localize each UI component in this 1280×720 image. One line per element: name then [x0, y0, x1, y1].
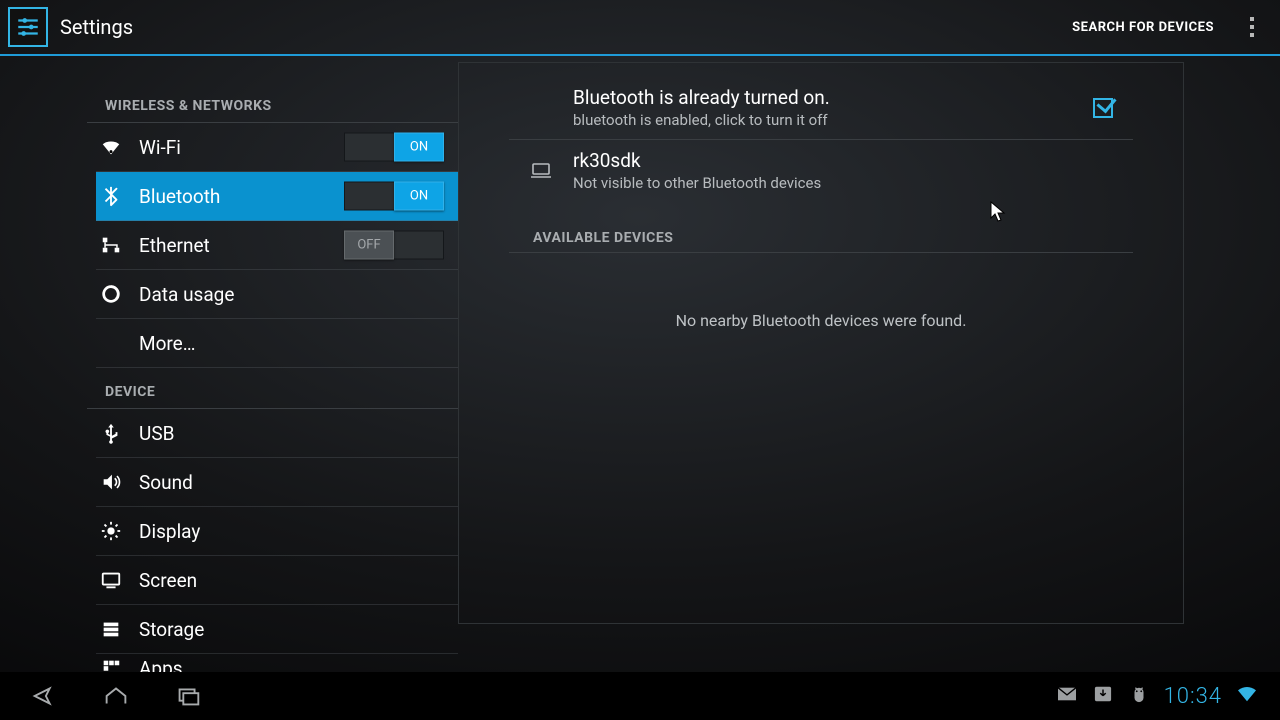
android-debug-icon[interactable]	[1128, 685, 1150, 707]
ethernet-icon	[96, 234, 139, 256]
bluetooth-icon	[96, 185, 139, 207]
sidebar-item-more[interactable]: More…	[96, 319, 458, 368]
sidebar-item-label: More…	[139, 332, 195, 355]
status-tray[interactable]: 10:34	[1056, 684, 1272, 709]
sidebar-item-label: Ethernet	[139, 234, 210, 257]
bluetooth-toggle[interactable]: ON	[344, 182, 444, 211]
sidebar-item-label: Apps	[139, 657, 183, 673]
apps-icon	[96, 657, 139, 672]
usb-icon	[96, 422, 139, 444]
sidebar-item-screen[interactable]: Screen	[96, 556, 458, 605]
content-area: WIRELESS & NETWORKS Wi-Fi ON Bluetooth O…	[0, 56, 1280, 672]
bluetooth-enabled-checkbox[interactable]	[1093, 98, 1113, 118]
ethernet-toggle[interactable]: OFF	[344, 231, 444, 260]
system-navigation-bar: 10:34	[0, 672, 1280, 720]
screen-icon	[96, 569, 139, 591]
wifi-icon	[96, 136, 139, 158]
bluetooth-power-preference[interactable]: Bluetooth is already turned on. bluetoot…	[509, 77, 1133, 140]
device-visibility: Not visible to other Bluetooth devices	[573, 174, 1073, 192]
sidebar-item-usb[interactable]: USB	[96, 409, 458, 458]
device-name-preference[interactable]: rk30sdk Not visible to other Bluetooth d…	[509, 140, 1133, 202]
sidebar-item-storage[interactable]: Storage	[96, 605, 458, 654]
sidebar-item-display[interactable]: Display	[96, 507, 458, 556]
sidebar-item-label: Display	[139, 520, 200, 543]
storage-icon	[96, 618, 139, 640]
sidebar-item-data-usage[interactable]: Data usage	[96, 270, 458, 319]
sidebar-item-wifi[interactable]: Wi-Fi ON	[96, 123, 458, 172]
available-devices-header: AVAILABLE DEVICES	[509, 202, 1133, 253]
sidebar-item-label: Sound	[139, 471, 193, 494]
wifi-toggle[interactable]: ON	[344, 133, 444, 162]
home-button[interactable]	[80, 672, 152, 720]
settings-sidebar: WIRELESS & NETWORKS Wi-Fi ON Bluetooth O…	[0, 56, 458, 672]
settings-app-icon	[8, 7, 48, 47]
sound-icon	[96, 471, 139, 493]
sidebar-item-label: USB	[139, 422, 174, 445]
page-title: Settings	[60, 15, 133, 39]
sidebar-item-ethernet[interactable]: Ethernet OFF	[96, 221, 458, 270]
pref-subtitle: bluetooth is enabled, click to turn it o…	[573, 111, 1073, 129]
display-icon	[96, 520, 139, 542]
back-button[interactable]	[8, 672, 80, 720]
section-header-device: DEVICE	[105, 368, 458, 408]
sidebar-item-label: Screen	[139, 569, 197, 592]
device-name: rk30sdk	[573, 149, 1073, 172]
sidebar-item-sound[interactable]: Sound	[96, 458, 458, 507]
section-header-wireless: WIRELESS & NETWORKS	[105, 82, 458, 122]
pref-title: Bluetooth is already turned on.	[573, 86, 1073, 109]
wifi-status-icon	[1236, 685, 1258, 707]
action-bar: Settings SEARCH FOR DEVICES	[0, 0, 1280, 56]
clock: 10:34	[1164, 684, 1222, 709]
data-usage-icon	[96, 283, 139, 305]
laptop-icon	[509, 159, 573, 183]
no-devices-message: No nearby Bluetooth devices were found.	[509, 253, 1133, 330]
download-notification-icon[interactable]	[1092, 685, 1114, 707]
recents-button[interactable]	[152, 672, 224, 720]
overflow-menu-button[interactable]	[1232, 0, 1272, 55]
sidebar-item-label: Data usage	[139, 283, 234, 306]
mail-notification-icon[interactable]	[1056, 685, 1078, 707]
search-for-devices-button[interactable]: SEARCH FOR DEVICES	[1054, 0, 1232, 55]
sidebar-item-label: Bluetooth	[139, 185, 220, 208]
sidebar-item-bluetooth[interactable]: Bluetooth ON	[96, 172, 458, 221]
sidebar-item-label: Wi-Fi	[139, 136, 181, 159]
detail-panel: Bluetooth is already turned on. bluetoot…	[458, 62, 1184, 624]
sidebar-item-apps[interactable]: Apps	[96, 654, 458, 672]
sidebar-item-label: Storage	[139, 618, 204, 641]
